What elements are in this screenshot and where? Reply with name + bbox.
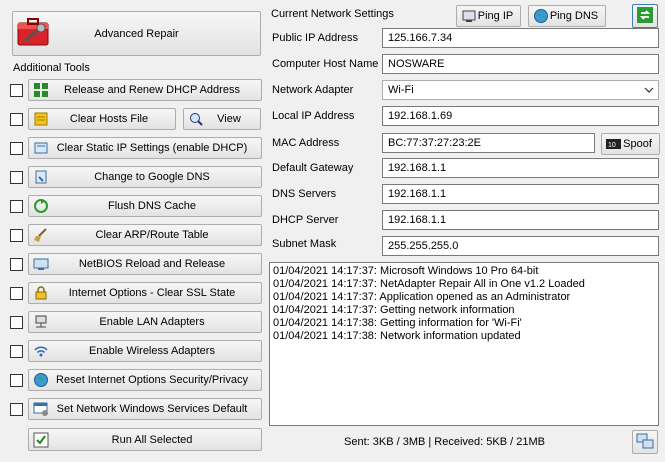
netbios-button[interactable]: NetBIOS Reload and Release — [28, 253, 262, 275]
checkbox-wireless[interactable] — [10, 345, 23, 358]
broom-icon — [32, 226, 50, 244]
log-line: 01/04/2021 14:17:37: Microsoft Windows 1… — [273, 265, 539, 277]
ping-ip-button[interactable]: Ping IP — [456, 5, 521, 27]
dhcp-server-field[interactable]: 192.168.1.1 — [382, 210, 659, 230]
spoof-button[interactable]: 10 Spoof — [601, 133, 660, 155]
reset-internet-options-button[interactable]: Reset Internet Options Security/Privacy — [28, 369, 262, 391]
gateway-label: Default Gateway — [272, 162, 354, 174]
view-hosts-label: View — [217, 113, 241, 125]
magnifier-icon — [187, 110, 205, 128]
local-ip-label: Local IP Address — [272, 110, 355, 122]
lan-icon — [32, 313, 50, 331]
view-hosts-button[interactable]: View — [183, 108, 261, 130]
dns-icon — [32, 168, 50, 186]
network-adapter-value: Wi-Fi — [388, 84, 414, 96]
ping-dns-button[interactable]: Ping DNS — [528, 5, 606, 27]
clear-static-ip-button[interactable]: Clear Static IP Settings (enable DHCP) — [28, 137, 262, 159]
clear-arp-label: Clear ARP/Route Table — [95, 229, 209, 241]
log-line: 01/04/2021 14:17:37: Application opened … — [273, 291, 571, 303]
flush-icon — [32, 197, 50, 215]
dns-servers-label: DNS Servers — [272, 188, 337, 200]
refresh-icon — [636, 6, 654, 27]
subnet-mask-field[interactable]: 255.255.255.0 — [382, 236, 659, 256]
checkbox-netbios[interactable] — [10, 258, 23, 271]
run-all-selected-button[interactable]: Run All Selected — [28, 428, 262, 451]
clear-hosts-label: Clear Hosts File — [69, 113, 149, 125]
traffic-status: Sent: 3KB / 3MB | Received: 5KB / 21MB — [344, 436, 545, 448]
checkbox-arp[interactable] — [10, 229, 23, 242]
enable-wireless-label: Enable Wireless Adapters — [89, 345, 215, 357]
ping-ip-icon — [460, 7, 478, 25]
chevron-down-icon — [644, 84, 654, 99]
subnet-mask-label: Subnet Mask — [272, 238, 337, 250]
netbios-label: NetBIOS Reload and Release — [78, 258, 226, 270]
lock-icon — [32, 284, 50, 302]
clear-static-ip-label: Clear Static IP Settings (enable DHCP) — [56, 142, 248, 154]
refresh-button[interactable] — [632, 4, 658, 28]
checkmark-icon — [32, 431, 50, 449]
enable-wireless-button[interactable]: Enable Wireless Adapters — [28, 340, 262, 362]
checkbox-lan[interactable] — [10, 316, 23, 329]
checkbox-services[interactable] — [10, 403, 23, 416]
set-services-default-label: Set Network Windows Services Default — [56, 403, 248, 415]
dhcp-server-label: DHCP Server — [272, 214, 339, 226]
mac-address-field[interactable]: BC:77:37:27:23:2E — [382, 133, 595, 153]
enable-lan-label: Enable LAN Adapters — [99, 316, 205, 328]
log-output[interactable]: 01/04/2021 14:17:37: Microsoft Windows 1… — [269, 262, 659, 426]
checkbox-dhcp[interactable] — [10, 84, 23, 97]
run-all-selected-label: Run All Selected — [111, 433, 193, 446]
globe-icon — [32, 371, 50, 389]
network-adapter-label: Network Adapter — [272, 84, 354, 96]
google-dns-label: Change to Google DNS — [94, 171, 210, 183]
checkbox-reset-ie[interactable] — [10, 374, 23, 387]
log-line: 01/04/2021 14:17:37: NetAdapter Repair A… — [273, 278, 585, 290]
checkbox-google-dns[interactable] — [10, 171, 23, 184]
advanced-repair-button[interactable]: Advanced Repair — [12, 11, 261, 56]
clear-arp-button[interactable]: Clear ARP/Route Table — [28, 224, 262, 246]
netbios-icon — [32, 255, 50, 273]
network-connections-button[interactable] — [632, 430, 658, 454]
host-name-field[interactable]: NOSWARE — [382, 54, 659, 74]
flush-dns-label: Flush DNS Cache — [107, 200, 197, 212]
release-renew-dhcp-label: Release and Renew DHCP Address — [64, 84, 240, 96]
log-line: 01/04/2021 14:17:37: Getting network inf… — [273, 304, 515, 316]
spoof-icon: 10 — [605, 135, 623, 153]
checkbox-ssl[interactable] — [10, 287, 23, 300]
network-adapter-select[interactable]: Wi-Fi — [382, 80, 659, 100]
google-dns-button[interactable]: Change to Google DNS — [28, 166, 262, 188]
hosts-file-icon — [32, 110, 50, 128]
log-line: 01/04/2021 14:17:38: Getting information… — [273, 317, 522, 329]
reset-internet-options-label: Reset Internet Options Security/Privacy — [56, 374, 248, 386]
toolbox-icon — [17, 17, 51, 49]
log-line: 01/04/2021 14:17:38: Network information… — [273, 330, 521, 342]
clear-ssl-label: Internet Options - Clear SSL State — [68, 287, 236, 299]
network-connections-icon — [636, 432, 654, 453]
release-renew-dhcp-button[interactable]: Release and Renew DHCP Address — [28, 79, 262, 101]
public-ip-field[interactable]: 125.166.7.34 — [382, 28, 659, 48]
dns-servers-field[interactable]: 192.168.1.1 — [382, 184, 659, 204]
services-icon — [32, 400, 50, 418]
flush-dns-button[interactable]: Flush DNS Cache — [28, 195, 262, 217]
advanced-repair-label: Advanced Repair — [94, 27, 179, 40]
gateway-field[interactable]: 192.168.1.1 — [382, 158, 659, 178]
host-name-label: Computer Host Name — [272, 58, 379, 70]
checkbox-flush-dns[interactable] — [10, 200, 23, 213]
public-ip-label: Public IP Address — [272, 32, 359, 44]
set-services-default-button[interactable]: Set Network Windows Services Default — [28, 398, 262, 420]
mac-address-label: MAC Address — [272, 137, 340, 149]
static-ip-icon — [32, 139, 50, 157]
additional-tools-label: Additional Tools — [13, 62, 90, 74]
checkbox-static-ip[interactable] — [10, 142, 23, 155]
clear-ssl-button[interactable]: Internet Options - Clear SSL State — [28, 282, 262, 304]
svg-text:10: 10 — [608, 142, 616, 149]
enable-lan-button[interactable]: Enable LAN Adapters — [28, 311, 262, 333]
checkbox-hosts[interactable] — [10, 113, 23, 126]
network-settings-title: Current Network Settings — [271, 8, 394, 20]
dhcp-icon — [32, 81, 50, 99]
clear-hosts-button[interactable]: Clear Hosts File — [28, 108, 176, 130]
local-ip-field[interactable]: 192.168.1.69 — [382, 106, 659, 126]
wireless-icon — [32, 342, 50, 360]
ping-dns-icon — [532, 7, 550, 25]
